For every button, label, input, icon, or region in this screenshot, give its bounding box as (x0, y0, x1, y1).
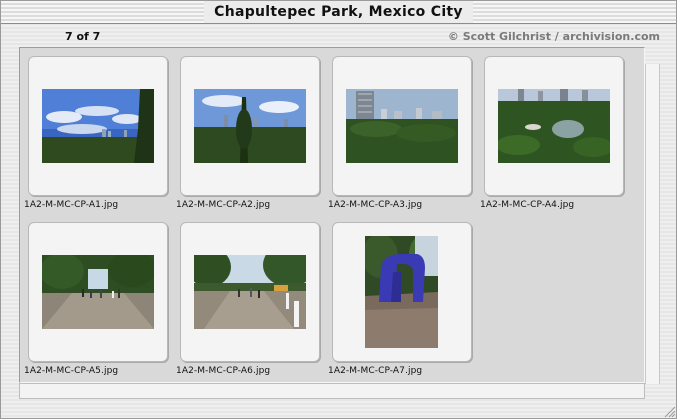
thumbnail-filename: 1A2-M-MC-CP-A3.jpg (328, 200, 423, 210)
resize-grip-icon[interactable] (661, 403, 676, 418)
slide-frame[interactable] (332, 222, 472, 362)
thumbnail-item[interactable]: 1A2-M-MC-CP-A5.jpg (22, 216, 172, 376)
photo-thumbnail[interactable] (194, 255, 306, 329)
thumbnail-item[interactable]: 1A2-M-MC-CP-A7.jpg (326, 216, 476, 376)
image-count: 7 of 7 (65, 30, 101, 43)
thumbnail-filename: 1A2-M-MC-CP-A6.jpg (176, 366, 271, 376)
title-bar[interactable]: Chapultepec Park, Mexico City (1, 1, 676, 24)
copyright-credit: © Scott Gilchrist / archivision.com (447, 30, 660, 43)
photo-thumbnail[interactable] (194, 89, 306, 163)
thumbnail-filename: 1A2-M-MC-CP-A4.jpg (480, 200, 575, 210)
window-title: Chapultepec Park, Mexico City (204, 1, 473, 23)
slide-frame[interactable] (180, 222, 320, 362)
slide-frame[interactable] (332, 56, 472, 196)
thumbnail-filename: 1A2-M-MC-CP-A1.jpg (24, 200, 119, 210)
thumbnail-item[interactable]: 1A2-M-MC-CP-A2.jpg (174, 50, 324, 210)
photo-thumbnail[interactable] (365, 236, 438, 348)
thumbnail-item[interactable]: 1A2-M-MC-CP-A4.jpg (478, 50, 628, 210)
thumbnail-item[interactable]: 1A2-M-MC-CP-A6.jpg (174, 216, 324, 376)
viewer-header: 7 of 7 © Scott Gilchrist / archivision.c… (1, 25, 676, 47)
image-viewer-window: Chapultepec Park, Mexico City 7 of 7 © S… (0, 0, 677, 419)
slide-frame[interactable] (28, 56, 168, 196)
thumbnail-grid: 1A2-M-MC-CP-A1.jpg 1A2-M-MC-CP-A2.jpg 1A… (19, 47, 645, 383)
photo-thumbnail[interactable] (498, 89, 610, 163)
slide-frame[interactable] (28, 222, 168, 362)
photo-thumbnail[interactable] (42, 255, 154, 329)
horizontal-scrollbar[interactable] (19, 383, 645, 399)
slide-frame[interactable] (180, 56, 320, 196)
slide-frame[interactable] (484, 56, 624, 196)
thumbnail-filename: 1A2-M-MC-CP-A2.jpg (176, 200, 271, 210)
thumbnail-item[interactable]: 1A2-M-MC-CP-A1.jpg (22, 50, 172, 210)
photo-thumbnail[interactable] (346, 89, 458, 163)
photo-thumbnail[interactable] (42, 89, 154, 163)
vertical-scrollbar[interactable] (645, 64, 660, 384)
thumbnail-item[interactable]: 1A2-M-MC-CP-A3.jpg (326, 50, 476, 210)
thumbnail-filename: 1A2-M-MC-CP-A5.jpg (24, 366, 119, 376)
thumbnail-filename: 1A2-M-MC-CP-A7.jpg (328, 366, 423, 376)
